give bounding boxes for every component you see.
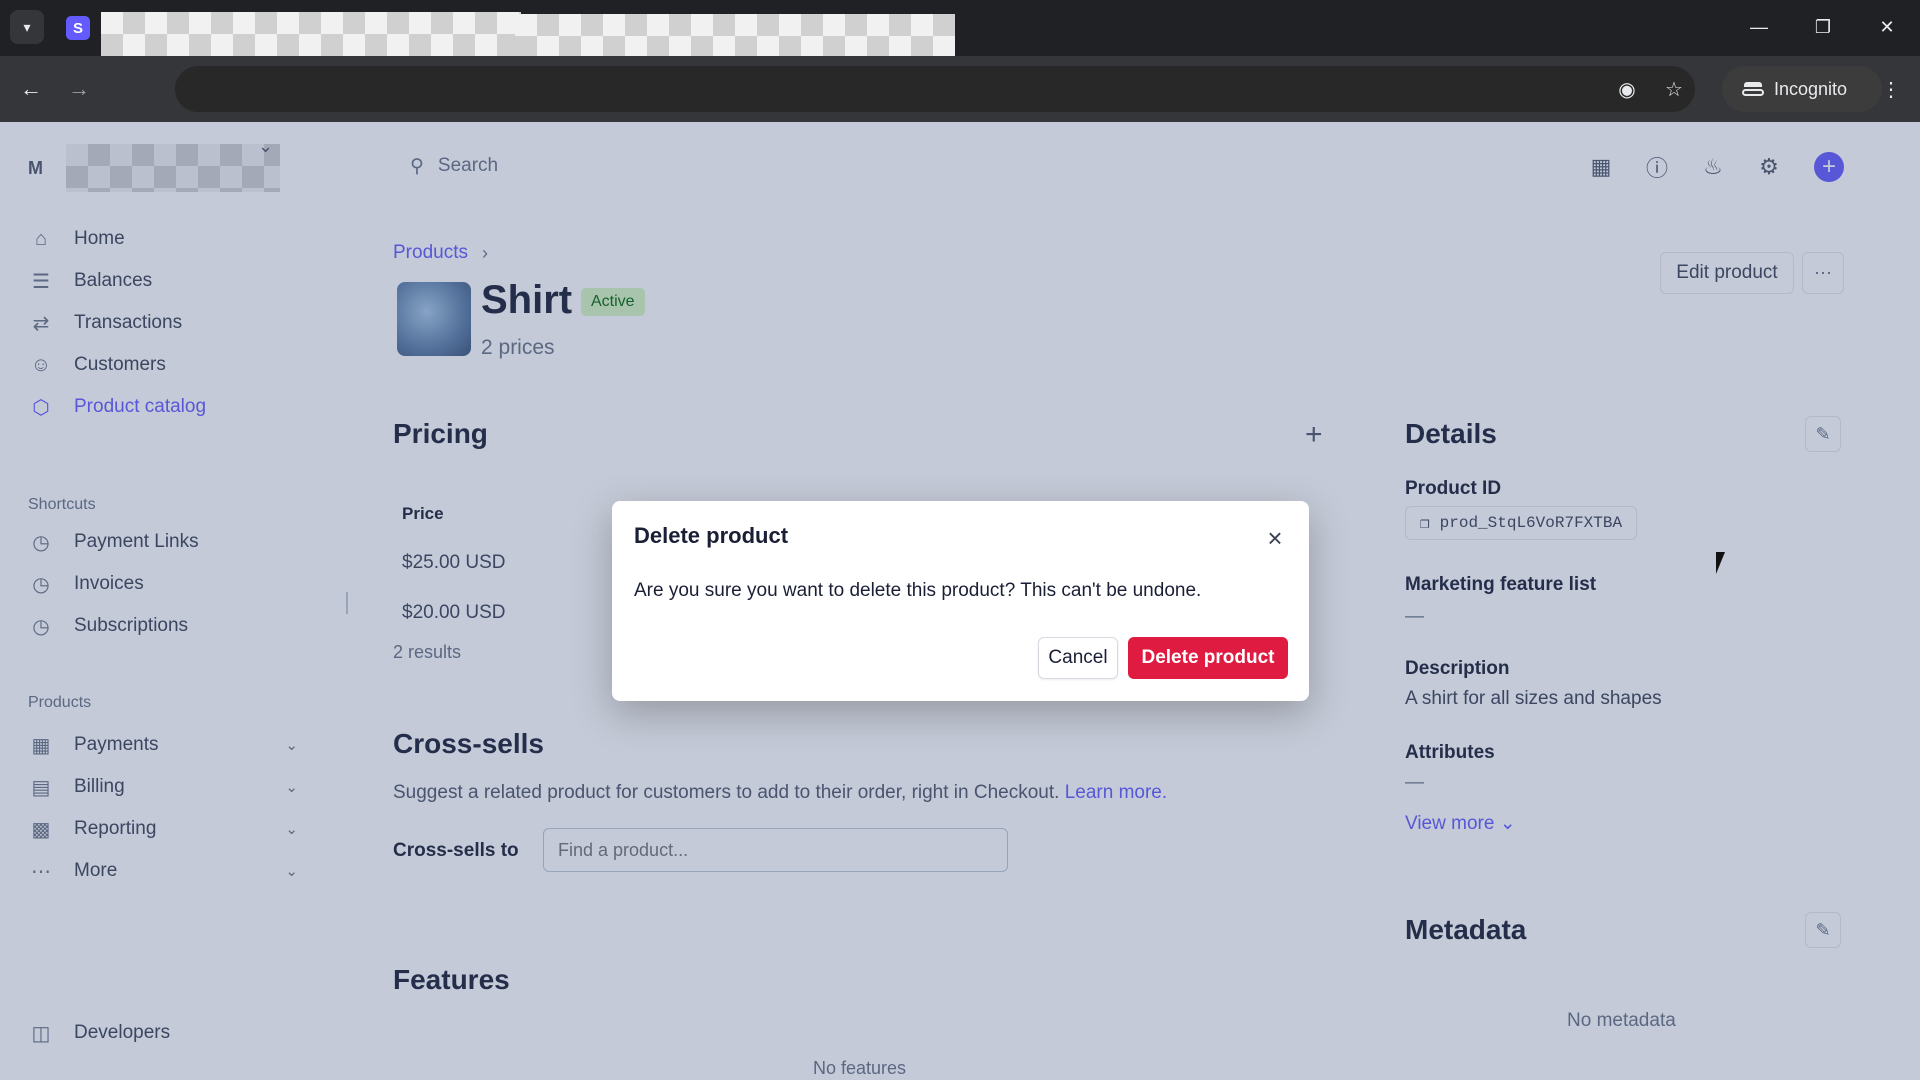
tab-strip: ▾ S — ❐ ✕ bbox=[0, 0, 1920, 110]
eye-off-icon[interactable]: ◉ bbox=[1610, 72, 1644, 106]
back-icon[interactable]: ← bbox=[14, 72, 48, 106]
incognito-label: Incognito bbox=[1774, 78, 1848, 99]
cancel-button[interactable]: Cancel bbox=[1038, 637, 1118, 679]
forward-icon[interactable]: → bbox=[62, 72, 96, 106]
close-window-icon[interactable]: ✕ bbox=[1872, 12, 1902, 42]
browser-menu-icon[interactable]: ⋮ bbox=[1874, 72, 1908, 106]
restore-icon[interactable]: ❐ bbox=[1808, 12, 1838, 42]
incognito-indicator[interactable]: Incognito bbox=[1722, 66, 1882, 112]
close-icon[interactable]: × bbox=[1260, 523, 1290, 553]
mouse-cursor-icon bbox=[1716, 552, 1734, 574]
delete-product-button[interactable]: Delete product bbox=[1128, 637, 1288, 679]
tab-favicon[interactable]: S bbox=[66, 16, 90, 40]
minimize-icon[interactable]: — bbox=[1744, 12, 1774, 42]
browser-toolbar: ← → ◉ ☆ Incognito ⋮ bbox=[0, 56, 1920, 122]
dialog-message: Are you sure you want to delete this pro… bbox=[634, 580, 1202, 601]
dashboard-app: M ⌄ ⌂ Home ☰ Balances ⇄ Transactions ☺ C… bbox=[0, 122, 1920, 1080]
browser-chrome: ▾ S — ❐ ✕ ← → ◉ ☆ Incognito ⋮ bbox=[0, 0, 1920, 122]
bookmark-star-icon[interactable]: ☆ bbox=[1657, 72, 1691, 106]
delete-product-dialog: Delete product × Are you sure you want t… bbox=[612, 501, 1309, 701]
tab-search-chevron-icon[interactable]: ▾ bbox=[10, 10, 44, 44]
address-bar[interactable] bbox=[175, 66, 1695, 112]
incognito-icon bbox=[1742, 82, 1764, 96]
dialog-title: Delete product bbox=[634, 523, 789, 548]
